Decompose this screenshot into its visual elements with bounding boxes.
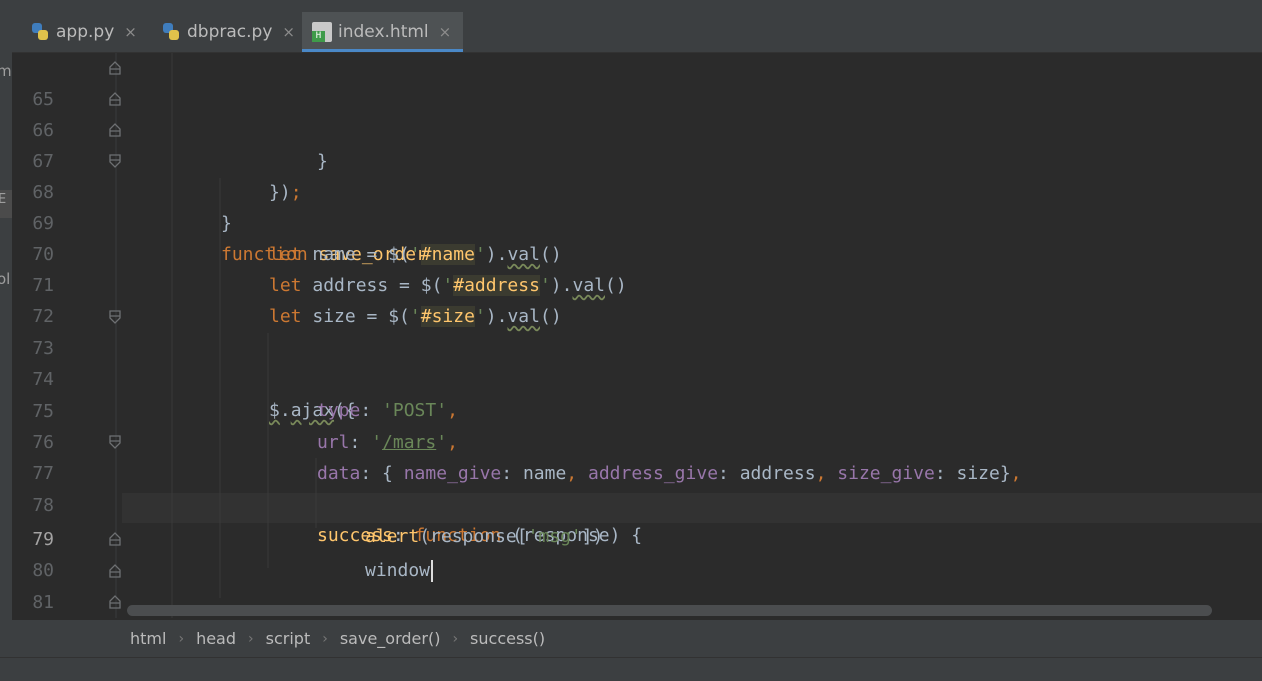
breadcrumb-script[interactable]: script	[266, 629, 311, 648]
code-line: 81 });	[12, 556, 1262, 613]
close-icon[interactable]: ×	[282, 23, 295, 41]
fold-end-icon[interactable]	[109, 92, 121, 106]
tab-dbprac-py[interactable]: dbprac.py ×	[161, 12, 295, 52]
code-line: 70 let address = $('#address').val()	[12, 208, 1262, 296]
code-line: 73 $.ajax({	[12, 302, 1262, 421]
tab-app-py[interactable]: app.py ×	[30, 12, 137, 52]
code-line: 74 type: 'POST',	[12, 333, 1262, 421]
fold-end-icon[interactable]	[109, 532, 121, 546]
chevron-right-icon: ›	[452, 630, 459, 647]
code-line: 69 let name = $('#name').val()	[12, 177, 1262, 265]
code-line: 78 alert(response['msg'])	[12, 459, 1262, 547]
code-line-current: 79 window	[12, 493, 1262, 582]
chevron-right-icon: ›	[178, 630, 185, 647]
close-icon[interactable]: ×	[124, 23, 137, 41]
breadcrumb-html[interactable]: html	[130, 629, 166, 648]
left-panel-fragment: E	[0, 192, 7, 207]
code-line: 66 });	[12, 84, 1262, 203]
tab-label: app.py	[56, 22, 115, 42]
fold-end-icon[interactable]	[109, 564, 121, 578]
python-file-icon	[30, 22, 50, 42]
fold-end-icon[interactable]	[109, 123, 121, 137]
breadcrumb-save-order[interactable]: save_order()	[340, 629, 441, 648]
editor-tab-bar: app.py × dbprac.py × H index.html ×	[12, 12, 1262, 53]
code-editor[interactable]: 65 } 66 }); 67 } 68 function save_order(…	[12, 53, 1262, 618]
tab-label: dbprac.py	[187, 22, 273, 42]
chevron-right-icon: ›	[322, 630, 328, 647]
fold-end-icon[interactable]	[109, 61, 121, 75]
horizontal-scrollbar[interactable]	[127, 605, 1212, 616]
html-file-icon: H	[312, 22, 332, 42]
code-line: 65 }	[12, 53, 1262, 172]
breadcrumb: html › head › script › save_order() › su…	[12, 620, 1262, 657]
fold-start-icon[interactable]	[109, 154, 121, 168]
left-panel-fragment: m	[0, 62, 12, 80]
left-panel-fragment: ol	[0, 270, 11, 288]
close-icon[interactable]: ×	[439, 23, 452, 41]
tab-index-html[interactable]: H index.html ×	[302, 12, 464, 52]
html-icon-letter: H	[312, 31, 325, 42]
code-line: 71 let size = $('#size').val()	[12, 239, 1262, 327]
code-line: 72	[12, 270, 1262, 327]
code-line: 77 success: function (response) {	[12, 427, 1262, 546]
fold-end-icon[interactable]	[109, 595, 121, 609]
code-line: 67 }	[12, 115, 1262, 234]
tab-label: index.html	[338, 22, 429, 42]
code-line: 76 data: { name_give: name, address_give…	[12, 396, 1262, 484]
fold-start-icon[interactable]	[109, 435, 121, 449]
python-file-icon	[161, 22, 181, 42]
breadcrumb-head[interactable]: head	[196, 629, 236, 648]
chevron-right-icon: ›	[248, 630, 254, 647]
left-tool-strip: m E ol	[0, 12, 12, 657]
breadcrumb-success[interactable]: success()	[470, 629, 545, 648]
fold-start-icon[interactable]	[109, 310, 121, 324]
code-line: 68 function save_order() {	[12, 146, 1262, 265]
code-line: 80 }	[12, 524, 1262, 581]
status-bar	[0, 657, 1262, 681]
code-line: 75 url: '/mars',	[12, 365, 1262, 453]
